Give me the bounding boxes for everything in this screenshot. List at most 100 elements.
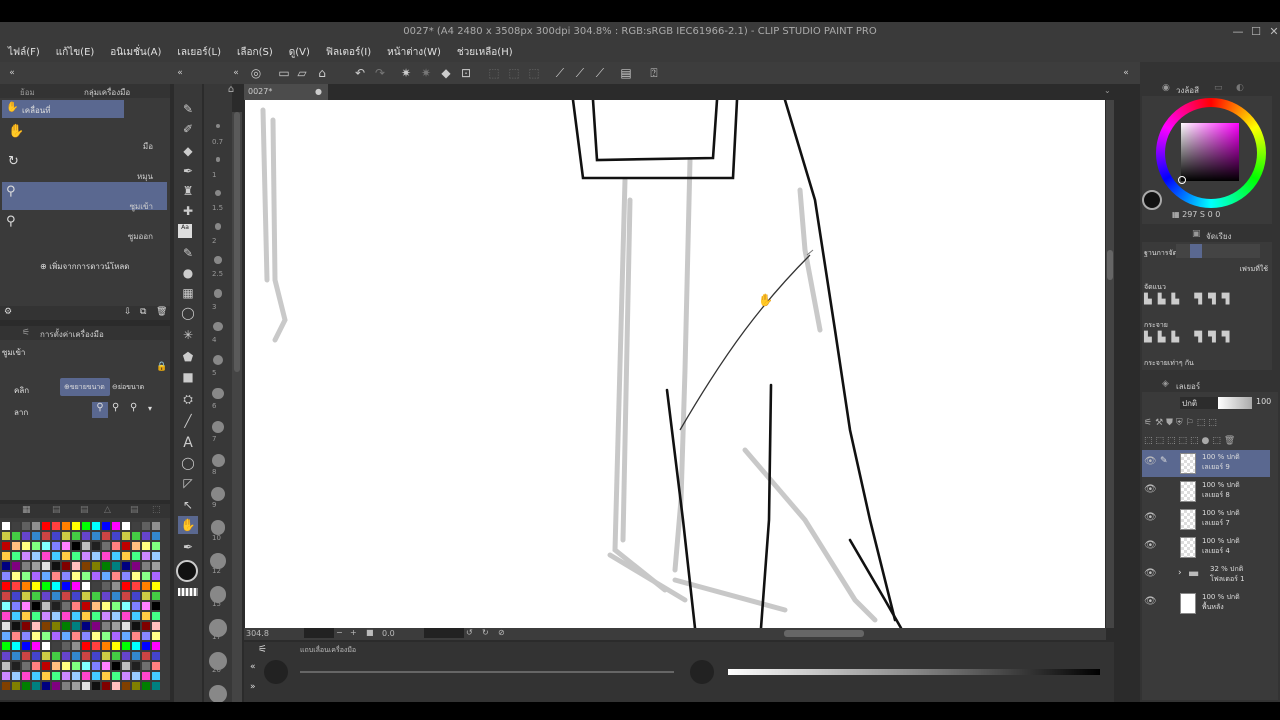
palette-swatch[interactable]: [52, 582, 60, 590]
color-wheel-tab-icon[interactable]: ◉: [1162, 83, 1170, 93]
palette-swatch[interactable]: [102, 552, 110, 560]
palette-swatch[interactable]: [52, 552, 60, 560]
palette-swatch[interactable]: [2, 532, 10, 540]
palette-swatch[interactable]: [32, 652, 40, 660]
palette-swatch[interactable]: [102, 582, 110, 590]
palette-swatch[interactable]: [42, 542, 50, 550]
brush-size-mark[interactable]: 1.5: [212, 204, 223, 212]
operation-icon[interactable]: ↖: [178, 496, 198, 514]
eye-icon[interactable]: 👁: [1144, 456, 1157, 467]
palette-swatch[interactable]: [72, 682, 80, 690]
palette-swatch[interactable]: [32, 542, 40, 550]
menu-view[interactable]: ดู(V): [289, 45, 310, 60]
palette-swatch[interactable]: [42, 592, 50, 600]
palette-swatch[interactable]: [22, 622, 30, 630]
palette-swatch[interactable]: [102, 672, 110, 680]
palette-swatch[interactable]: [92, 582, 100, 590]
palette-swatch[interactable]: [92, 632, 100, 640]
palette-swatch[interactable]: [132, 602, 140, 610]
palette-swatch[interactable]: [22, 582, 30, 590]
palette-swatch[interactable]: [152, 652, 160, 660]
palette-swatch[interactable]: [52, 632, 60, 640]
palette-swatch[interactable]: [62, 552, 70, 560]
palette-swatch[interactable]: [2, 622, 10, 630]
palette-swatch[interactable]: [152, 682, 160, 690]
layer-row[interactable]: 👁 100 % ปกติ พื้นหลัง: [1142, 590, 1270, 617]
palette-swatch[interactable]: [2, 662, 10, 670]
palette-swatch[interactable]: [142, 652, 150, 660]
palette-swatch[interactable]: [102, 652, 110, 660]
palette-swatch[interactable]: [142, 522, 150, 530]
align-buttons[interactable]: ▙▙▙ ▜▜▜: [1144, 294, 1264, 308]
fill-icon[interactable]: ◆: [438, 65, 454, 81]
palette-swatch[interactable]: [52, 662, 60, 670]
palette-swatch[interactable]: [72, 522, 80, 530]
palette-swatch[interactable]: [32, 612, 40, 620]
layer-row[interactable]: 👁 ✎ 100 % ปกติ เลเยอร์ 9: [1142, 450, 1270, 477]
palette-swatch[interactable]: [82, 652, 90, 660]
palette-swatch[interactable]: [112, 532, 120, 540]
palette-swatch[interactable]: [112, 632, 120, 640]
collapse-right-icon[interactable]: «: [1118, 65, 1134, 81]
layer-tab-icon[interactable]: ◈: [1162, 379, 1169, 389]
blend-icon[interactable]: ●: [178, 264, 198, 282]
palette-swatch[interactable]: [152, 562, 160, 570]
palette-swatch[interactable]: [152, 572, 160, 580]
palette-swatch[interactable]: [82, 522, 90, 530]
palette-swatch[interactable]: [152, 522, 160, 530]
palette-swatch[interactable]: [12, 552, 20, 560]
eye-icon[interactable]: 👁: [1144, 596, 1157, 607]
palette-swatch[interactable]: [132, 582, 140, 590]
special-ruler-snap-icon[interactable]: ⟋: [572, 65, 588, 81]
menu-animation[interactable]: อนิเมชั่น(A): [110, 45, 161, 60]
palette-swatch[interactable]: [22, 682, 30, 690]
zoom-value[interactable]: 304.8: [246, 629, 269, 638]
move-layer-icon[interactable]: ✚: [178, 202, 198, 220]
saturation-value-square[interactable]: [1181, 123, 1239, 181]
zoom-slider[interactable]: [304, 628, 334, 638]
palette-swatch[interactable]: [152, 552, 160, 560]
eye-icon[interactable]: 👁: [1144, 484, 1157, 495]
angle-value[interactable]: 0.0: [382, 629, 395, 638]
color-tab-5-icon[interactable]: ▤: [130, 505, 139, 515]
palette-swatch[interactable]: [12, 572, 20, 580]
palette-swatch[interactable]: [112, 662, 120, 670]
palette-swatch[interactable]: [62, 562, 70, 570]
palette-swatch[interactable]: [82, 672, 90, 680]
brightness-value[interactable]: 0: [1215, 210, 1220, 219]
palette-swatch[interactable]: [52, 572, 60, 580]
palette-swatch[interactable]: [82, 642, 90, 650]
airbrush-icon[interactable]: ♜: [178, 182, 198, 200]
line-icon[interactable]: ╱: [178, 412, 198, 430]
brush-size-slider-knob[interactable]: [690, 660, 714, 684]
palette-swatch[interactable]: [72, 542, 80, 550]
palette-swatch[interactable]: [32, 682, 40, 690]
collapse-panel-icon[interactable]: «: [172, 65, 188, 81]
palette-swatch[interactable]: [32, 592, 40, 600]
palette-swatch[interactable]: [52, 532, 60, 540]
palette-swatch[interactable]: [32, 672, 40, 680]
palette-swatch[interactable]: [12, 522, 20, 530]
palette-swatch[interactable]: [12, 582, 20, 590]
menu-file[interactable]: ไฟล์(F): [8, 45, 40, 60]
palette-swatch[interactable]: [22, 552, 30, 560]
brush-size-mark[interactable]: 2: [212, 237, 216, 245]
palette-swatch[interactable]: [2, 652, 10, 660]
tab-menu-icon[interactable]: ⌄: [1104, 86, 1116, 98]
palette-swatch[interactable]: [42, 642, 50, 650]
palette-swatch[interactable]: [12, 592, 20, 600]
palette-swatch[interactable]: [142, 582, 150, 590]
palette-swatch[interactable]: [112, 682, 120, 690]
eraser-icon[interactable]: ◆: [178, 142, 198, 160]
add-download-button[interactable]: ⊕ เพิ่มจากการดาวน์โหลด: [40, 260, 130, 273]
color-tab-3-icon[interactable]: ▤: [80, 505, 89, 515]
palette-swatch[interactable]: [152, 622, 160, 630]
palette-swatch[interactable]: [122, 612, 130, 620]
palette-swatch[interactable]: [52, 562, 60, 570]
palette-swatch[interactable]: [152, 672, 160, 680]
lasso-icon[interactable]: ◯: [178, 304, 198, 322]
palette-swatch[interactable]: [82, 682, 90, 690]
folder-expand-icon[interactable]: ›: [1178, 568, 1182, 578]
palette-swatch[interactable]: [82, 662, 90, 670]
drag-zoom-scrub-icon[interactable]: ⚲: [130, 402, 137, 413]
